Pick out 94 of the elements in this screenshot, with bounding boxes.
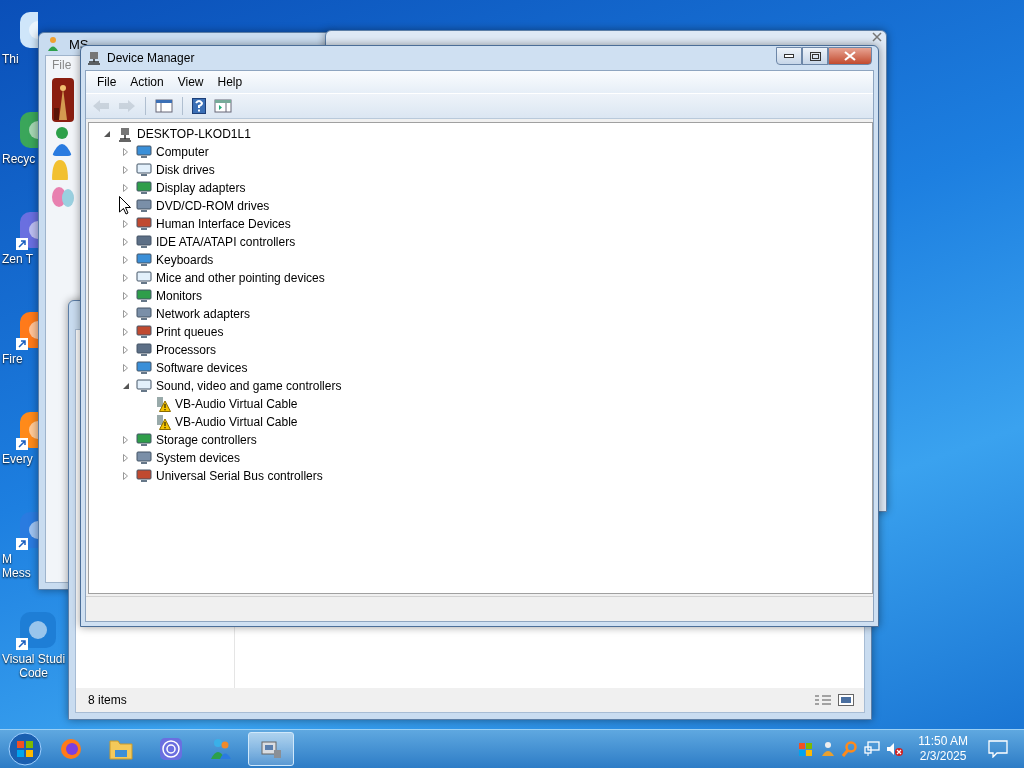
expand-arrow-icon[interactable] (123, 148, 128, 156)
bell-icon[interactable] (52, 160, 68, 182)
device-icon (136, 163, 152, 177)
details-view-icon[interactable] (814, 694, 832, 706)
expand-arrow-icon[interactable] (123, 220, 128, 228)
clock-date[interactable]: 2/3/2025 (919, 749, 967, 764)
computer-icon (87, 51, 101, 65)
expand-arrow-icon[interactable] (123, 274, 128, 282)
tree-item[interactable]: Network adapters (156, 307, 251, 321)
tree-item[interactable]: VB-Audio Virtual Cable (175, 397, 298, 411)
device-icon (136, 289, 152, 303)
menu-item[interactable]: Help (210, 73, 250, 91)
start-button[interactable] (6, 731, 44, 767)
network-icon[interactable] (864, 741, 881, 757)
properties-pane-icon[interactable] (214, 99, 232, 113)
expand-arrow-icon[interactable] (123, 454, 128, 462)
device-icon (136, 361, 152, 375)
muted-speaker-icon[interactable] (886, 741, 905, 757)
folder-icon (109, 738, 133, 760)
desktop-icon-label: M (2, 552, 12, 566)
close-icon (872, 32, 882, 42)
device-icon (136, 253, 152, 267)
tree-item[interactable]: DESKTOP-LKOD1L1 (137, 127, 251, 141)
tree-item[interactable]: Software devices (156, 361, 248, 375)
tree-item[interactable]: Disk drives (156, 163, 215, 177)
desktop-icon-label: Recyc (2, 152, 36, 166)
device-icon (136, 379, 152, 393)
tree-item[interactable]: Monitors (156, 289, 202, 303)
tree-item[interactable]: Print queues (156, 325, 224, 339)
expand-arrow-icon[interactable] (123, 238, 128, 246)
collapse-arrow-icon[interactable] (103, 131, 110, 137)
tree-item[interactable]: Sound, video and game controllers (156, 379, 342, 393)
device-icon (136, 181, 152, 195)
mouse-cursor-icon (119, 196, 131, 215)
device-icon (136, 199, 152, 213)
expand-arrow-icon[interactable] (123, 472, 128, 480)
menu-item[interactable]: View (170, 73, 211, 91)
expand-arrow-icon[interactable] (123, 256, 128, 264)
help-icon[interactable] (192, 98, 206, 114)
desktop-icon-label: Fire (2, 352, 23, 366)
tree-item[interactable]: VB-Audio Virtual Cable (175, 415, 298, 429)
device-icon (136, 271, 152, 285)
desktop-icon-label: Zen T (2, 252, 34, 266)
tree-item[interactable]: Computer (156, 145, 209, 159)
tree-item[interactable]: Display adapters (156, 181, 246, 195)
flag-icon[interactable] (798, 741, 815, 757)
expand-arrow-icon[interactable] (123, 364, 128, 372)
preview-view-icon[interactable] (838, 694, 854, 706)
tree-item[interactable]: Storage controllers (156, 433, 257, 447)
device-icon (136, 217, 152, 231)
restore-icon (809, 51, 821, 61)
maximize-button[interactable] (802, 47, 828, 65)
desktop-icon-label: Every (2, 452, 33, 466)
tree-item[interactable]: Processors (156, 343, 217, 357)
device-icon (136, 235, 152, 249)
console-tree-icon[interactable] (155, 99, 173, 113)
expand-arrow-icon[interactable] (123, 310, 128, 318)
desktop-icon-label: Visual Studi (2, 652, 66, 666)
menu-item[interactable]: Action (123, 73, 171, 91)
close-button[interactable] (828, 47, 872, 65)
expand-arrow-icon[interactable] (123, 436, 128, 444)
tree-item[interactable]: DVD/CD-ROM drives (156, 199, 270, 213)
minimize-icon (784, 54, 794, 58)
tree-item[interactable]: IDE ATA/ATAPI controllers (156, 235, 296, 249)
tree-item[interactable]: Keyboards (156, 253, 214, 267)
device-icon (136, 325, 152, 339)
close-icon (844, 51, 856, 61)
device-icon (136, 145, 152, 159)
menu-item[interactable]: File (90, 73, 124, 91)
computer-icon (259, 738, 283, 760)
device-icon (136, 451, 152, 465)
tree-item[interactable]: Universal Serial Bus controllers (156, 469, 323, 483)
desktop-icon-label: Mess (2, 566, 31, 580)
expand-arrow-icon[interactable] (123, 184, 128, 192)
device-icon (136, 469, 152, 483)
desktop-icon-label: Thi (2, 52, 19, 66)
tree-item[interactable]: Mice and other pointing devices (156, 271, 325, 285)
expand-arrow-icon[interactable] (123, 166, 128, 174)
expand-arrow-icon[interactable] (123, 328, 128, 336)
status-text: 8 items (88, 693, 128, 707)
window-title: Device Manager (107, 51, 196, 65)
collapse-arrow-icon[interactable] (122, 383, 129, 389)
tree-item[interactable]: Human Interface Devices (156, 217, 291, 231)
tree-item[interactable]: System devices (156, 451, 241, 465)
device-icon (136, 343, 152, 357)
taskbar-app-button[interactable] (248, 732, 294, 766)
minimize-button[interactable] (776, 47, 802, 65)
computer-icon (118, 126, 132, 142)
close-button[interactable] (872, 32, 882, 42)
desktop-icon-label: Code (19, 666, 48, 680)
expand-arrow-icon[interactable] (123, 346, 128, 354)
device-icon (136, 433, 152, 447)
device-icon (136, 307, 152, 321)
expand-arrow-icon[interactable] (123, 292, 128, 300)
